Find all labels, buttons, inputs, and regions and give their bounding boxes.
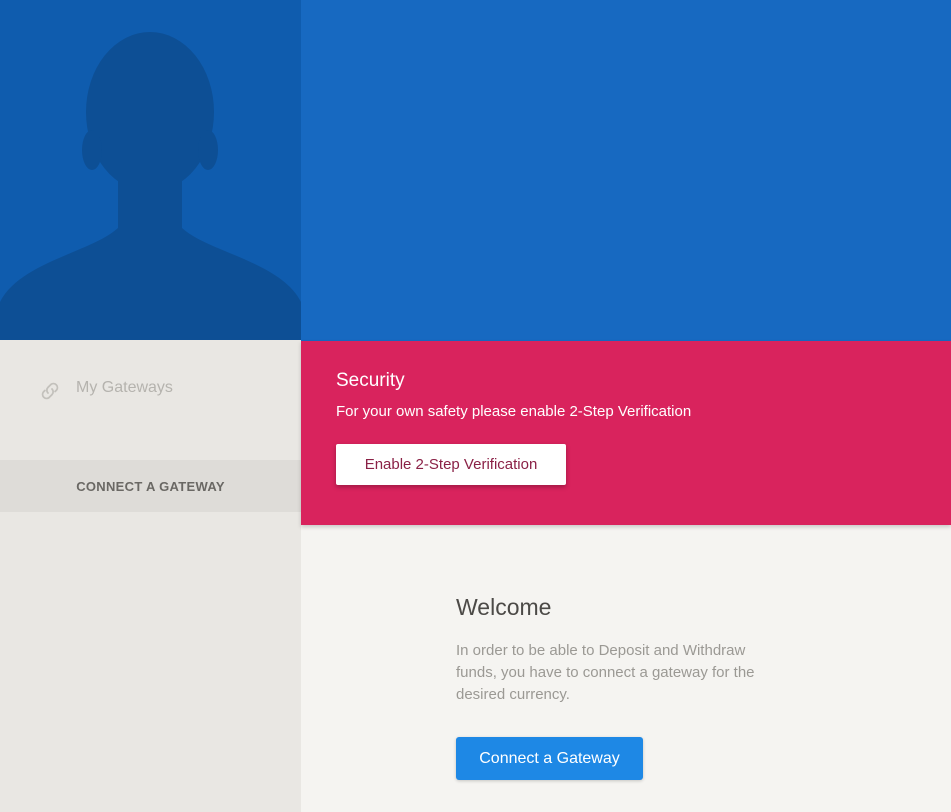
sidebar: My Gateways CONNECT A GATEWAY	[0, 0, 301, 812]
enable-2-step-verification-button[interactable]: Enable 2-Step Verification	[336, 444, 566, 485]
sidebar-item-my-gateways[interactable]: My Gateways	[0, 360, 301, 416]
connect-gateway-button[interactable]: Connect a Gateway	[456, 737, 643, 780]
security-message: For your own safety please enable 2-Step…	[336, 403, 692, 420]
user-silhouette-icon	[0, 32, 301, 340]
header-banner	[301, 0, 951, 341]
link-icon	[38, 379, 62, 403]
sidebar-item-label: My Gateways	[76, 379, 173, 396]
security-alert: Security For your own safety please enab…	[301, 341, 951, 525]
welcome-panel: Welcome In order to be able to Deposit a…	[456, 594, 796, 780]
sidebar-connect-gateway-button[interactable]: CONNECT A GATEWAY	[0, 460, 301, 512]
app-window: My Gateways CONNECT A GATEWAY Security F…	[0, 0, 951, 812]
welcome-heading: Welcome	[456, 594, 552, 620]
welcome-description: In order to be able to Deposit and Withd…	[456, 642, 755, 703]
security-title: Security	[336, 370, 405, 391]
avatar[interactable]	[0, 0, 301, 340]
